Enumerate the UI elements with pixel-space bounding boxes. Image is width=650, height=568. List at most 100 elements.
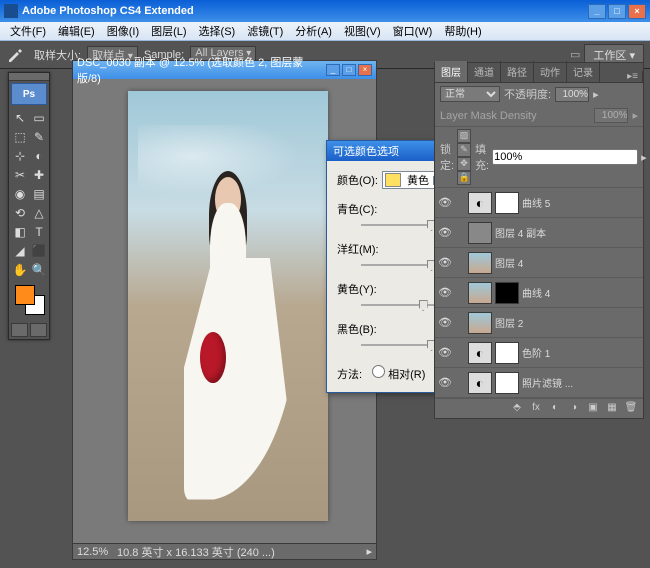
- layer-thumb[interactable]: ◐: [468, 192, 492, 214]
- folder-icon[interactable]: ▣: [585, 402, 601, 416]
- doc-info-arrow[interactable]: ▸: [366, 545, 372, 558]
- color-swatches[interactable]: [9, 281, 49, 321]
- layer-mask-thumb[interactable]: [495, 372, 519, 394]
- panel-menu-icon[interactable]: ▸≡: [623, 71, 643, 82]
- lock-transparent-icon[interactable]: ▨: [457, 129, 471, 143]
- layer-mask-thumb[interactable]: [495, 192, 519, 214]
- minimize-button[interactable]: _: [588, 4, 606, 19]
- panel-tab[interactable]: 通道: [468, 61, 501, 82]
- tool-button[interactable]: ⬚: [11, 128, 29, 146]
- adjustment-icon[interactable]: ◑: [566, 402, 582, 416]
- tool-button[interactable]: △: [30, 204, 48, 222]
- menu-item[interactable]: 选择(S): [193, 23, 242, 39]
- layer-name[interactable]: 曲线 4: [522, 285, 640, 300]
- layer-thumb[interactable]: ◐: [468, 372, 492, 394]
- layer-row[interactable]: 👁 图层 4 副本: [435, 218, 643, 248]
- doc-maximize-button[interactable]: □: [342, 64, 356, 76]
- visibility-icon[interactable]: 👁: [438, 346, 452, 359]
- menu-item[interactable]: 滤镜(T): [241, 23, 289, 39]
- doc-info[interactable]: 10.8 英寸 x 16.133 英寸 (240 ...): [117, 544, 275, 560]
- fg-color-swatch[interactable]: [15, 285, 35, 305]
- tool-button[interactable]: ◧: [11, 223, 29, 241]
- lock-pixels-icon[interactable]: ✎: [457, 143, 471, 157]
- mask-density-arrow-icon[interactable]: ▸: [632, 109, 638, 122]
- toolbox-handle[interactable]: [9, 73, 49, 81]
- layer-name[interactable]: 图层 2: [495, 315, 640, 330]
- doc-close-button[interactable]: ×: [358, 64, 372, 76]
- menu-item[interactable]: 编辑(E): [52, 23, 101, 39]
- tool-button[interactable]: ⟲: [11, 204, 29, 222]
- tool-button[interactable]: ⊹: [11, 147, 29, 165]
- menu-item[interactable]: 图像(I): [101, 23, 145, 39]
- layer-thumb[interactable]: [468, 222, 492, 244]
- method-relative-radio[interactable]: 相对(R): [372, 365, 425, 382]
- tool-button[interactable]: ◐: [30, 147, 48, 165]
- layer-thumb[interactable]: ◐: [468, 342, 492, 364]
- tool-button[interactable]: 🔍: [30, 261, 48, 279]
- layer-thumb[interactable]: [468, 282, 492, 304]
- tool-button[interactable]: ◉: [11, 185, 29, 203]
- quickmask-mode-button[interactable]: [30, 323, 47, 337]
- canvas[interactable]: [128, 91, 328, 521]
- tool-button[interactable]: ✂: [11, 166, 29, 184]
- visibility-icon[interactable]: 👁: [438, 286, 452, 299]
- tool-button[interactable]: T: [30, 223, 48, 241]
- visibility-icon[interactable]: 👁: [438, 226, 452, 239]
- layer-name[interactable]: 色阶 1: [522, 345, 640, 360]
- layer-row[interactable]: 👁 ◐ 色阶 1: [435, 338, 643, 368]
- new-layer-icon[interactable]: ▦: [604, 402, 620, 416]
- panel-tab[interactable]: 动作: [534, 61, 567, 82]
- tool-button[interactable]: ✋: [11, 261, 29, 279]
- zoom-field[interactable]: 12.5%: [77, 546, 117, 558]
- document-titlebar[interactable]: DSC_0030 副本 @ 12.5% (选取颜色 2, 图层蒙版/8) _ □…: [73, 61, 376, 79]
- layer-row[interactable]: 👁 ◐ 照片滤镜 ...: [435, 368, 643, 398]
- lock-all-icon[interactable]: 🔒: [457, 171, 471, 185]
- blend-mode-select[interactable]: 正常: [440, 86, 500, 102]
- lock-position-icon[interactable]: ✥: [457, 157, 471, 171]
- mask-density-field[interactable]: [594, 108, 628, 123]
- layer-name[interactable]: 照片滤镜 ...: [522, 375, 640, 390]
- view-icon[interactable]: ▭: [570, 48, 580, 61]
- tool-button[interactable]: ◢: [11, 242, 29, 260]
- layer-thumb[interactable]: [468, 312, 492, 334]
- visibility-icon[interactable]: 👁: [438, 256, 452, 269]
- layer-row[interactable]: 👁图层 2: [435, 308, 643, 338]
- layer-mask-thumb[interactable]: [495, 282, 519, 304]
- panel-tab[interactable]: 图层: [435, 61, 468, 82]
- link-layers-icon[interactable]: ⬘: [509, 402, 525, 416]
- tool-button[interactable]: ▤: [30, 185, 48, 203]
- layer-row[interactable]: 👁 ◐ 曲线 5: [435, 188, 643, 218]
- menu-item[interactable]: 帮助(H): [438, 23, 487, 39]
- panel-tab[interactable]: 记录: [567, 61, 600, 82]
- visibility-icon[interactable]: 👁: [438, 196, 452, 209]
- mask-icon[interactable]: ◐: [547, 402, 563, 416]
- layer-thumb[interactable]: [468, 252, 492, 274]
- layer-row[interactable]: 👁 图层 4: [435, 248, 643, 278]
- menu-item[interactable]: 窗口(W): [387, 23, 439, 39]
- doc-minimize-button[interactable]: _: [326, 64, 340, 76]
- tool-button[interactable]: ✎: [30, 128, 48, 146]
- menu-item[interactable]: 图层(L): [145, 23, 192, 39]
- tool-button[interactable]: ↖: [11, 109, 29, 127]
- menu-item[interactable]: 文件(F): [4, 23, 52, 39]
- layer-row[interactable]: 👁 曲线 4: [435, 278, 643, 308]
- visibility-icon[interactable]: 👁: [438, 376, 452, 389]
- opacity-field[interactable]: [555, 87, 589, 102]
- layer-name[interactable]: 图层 4: [495, 255, 640, 270]
- panel-tab[interactable]: 路径: [501, 61, 534, 82]
- opacity-arrow-icon[interactable]: ▸: [593, 88, 599, 101]
- fill-arrow-icon[interactable]: ▸: [641, 151, 647, 164]
- tool-button[interactable]: ✚: [30, 166, 48, 184]
- menu-item[interactable]: 分析(A): [289, 23, 338, 39]
- layer-name[interactable]: 曲线 5: [522, 195, 640, 210]
- close-button[interactable]: ×: [628, 4, 646, 19]
- fill-field[interactable]: [492, 149, 638, 165]
- layer-name[interactable]: 图层 4 副本: [495, 225, 640, 240]
- layer-mask-thumb[interactable]: [495, 342, 519, 364]
- menu-item[interactable]: 视图(V): [338, 23, 387, 39]
- maximize-button[interactable]: □: [608, 4, 626, 19]
- slider-thumb[interactable]: [419, 300, 428, 311]
- trash-icon[interactable]: 🗑: [623, 402, 639, 416]
- standard-mode-button[interactable]: [11, 323, 28, 337]
- tool-button[interactable]: ▭: [30, 109, 48, 127]
